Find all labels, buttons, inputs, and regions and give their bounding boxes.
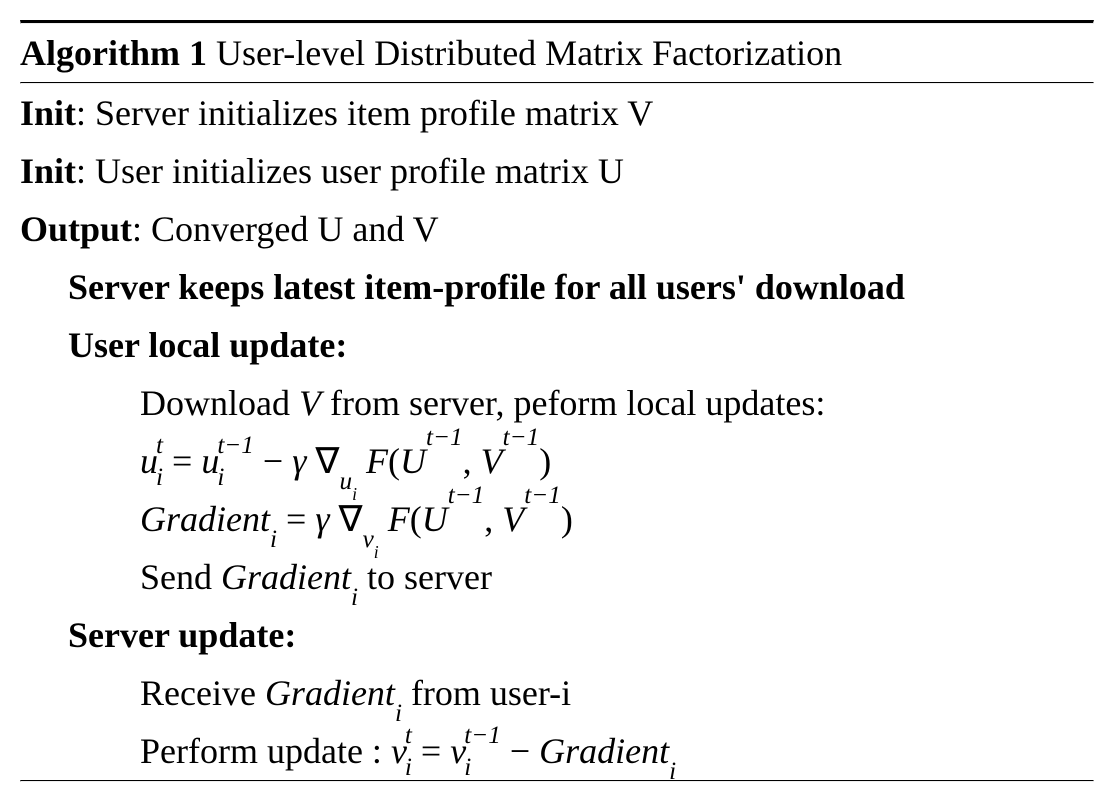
sup-t-v: t bbox=[405, 725, 412, 748]
receive-line: Receive Gradienti from user-i bbox=[20, 664, 1094, 722]
send-suffix: to server bbox=[358, 557, 492, 597]
nabla2: ∇ bbox=[339, 499, 363, 539]
sup-V-tm1-b: t−1 bbox=[524, 482, 561, 509]
nabla-sub-v: v bbox=[363, 526, 374, 553]
download-line: Download V from server, peform local upd… bbox=[20, 374, 1094, 432]
bottom-rule bbox=[20, 780, 1094, 782]
var-V: V bbox=[481, 441, 503, 481]
algorithm-block: Algorithm 1 User-level Distributed Matri… bbox=[20, 20, 1094, 782]
output-label: Output bbox=[20, 209, 132, 249]
sup-tm1-v: t−1 bbox=[464, 725, 501, 748]
gamma2: γ bbox=[315, 499, 329, 539]
minus-sign: − bbox=[254, 441, 292, 481]
download-suffix: from server, peform local updates: bbox=[321, 383, 825, 423]
gamma: γ bbox=[292, 441, 306, 481]
eq-sign2: = bbox=[277, 499, 315, 539]
sub-i-v2: i bbox=[464, 757, 501, 780]
receive-var: Gradient bbox=[265, 673, 395, 713]
sub-i-v: i bbox=[405, 757, 412, 780]
sup-V-tm1: t−1 bbox=[503, 424, 540, 451]
var-U: U bbox=[400, 441, 426, 481]
output-text: : Converged U and V bbox=[132, 209, 439, 249]
init-line-1: Init: Server initializes item profile ma… bbox=[20, 84, 1094, 142]
nabla-sub-ui: i bbox=[352, 484, 357, 504]
algorithm-number: Algorithm 1 bbox=[20, 33, 207, 73]
func-F: F bbox=[366, 441, 388, 481]
send-line: Send Gradienti to server bbox=[20, 548, 1094, 606]
init1-text: : Server initializes item profile matrix… bbox=[76, 93, 653, 133]
sup-U-tm1: t−1 bbox=[426, 424, 463, 451]
nabla1: ∇ bbox=[315, 441, 339, 481]
perform-update-line: Perform update : vti = vt−1i − Gradienti bbox=[20, 722, 1094, 780]
gradient-word2: Gradient bbox=[539, 731, 669, 771]
send-var: Gradient bbox=[221, 557, 351, 597]
user-local-update-line: User local update: bbox=[20, 316, 1094, 374]
lparen2: ( bbox=[410, 499, 422, 539]
nabla-sub-u: u bbox=[340, 468, 353, 495]
func-F2: F bbox=[388, 499, 410, 539]
server-update-line: Server update: bbox=[20, 606, 1094, 664]
send-sub: i bbox=[351, 584, 358, 611]
algorithm-header: Algorithm 1 User-level Distributed Matri… bbox=[20, 24, 1094, 82]
download-var: V bbox=[299, 383, 321, 423]
sub-i2: i bbox=[217, 467, 254, 490]
init2-text: : User initializes user profile matrix U bbox=[76, 151, 624, 191]
gradient-sub-i2: i bbox=[669, 758, 676, 785]
receive-prefix: Receive bbox=[140, 673, 265, 713]
lparen1: ( bbox=[388, 441, 400, 481]
init1-label: Init bbox=[20, 93, 76, 133]
send-prefix: Send bbox=[140, 557, 221, 597]
comma1: , bbox=[463, 441, 481, 481]
equation-gradient: Gradienti = γ ∇vi F(Ut−1, Vt−1) bbox=[20, 490, 1094, 548]
sup-t: t bbox=[156, 435, 163, 458]
init2-label: Init bbox=[20, 151, 76, 191]
sup-tm1: t−1 bbox=[217, 435, 254, 458]
gradient-sub-i: i bbox=[270, 526, 277, 553]
server-keeps-line: Server keeps latest item-profile for all… bbox=[20, 258, 1094, 316]
perform-prefix: Perform update : bbox=[140, 731, 391, 771]
eq-sign: = bbox=[163, 441, 201, 481]
var-U2: U bbox=[422, 499, 448, 539]
eq-sign3: = bbox=[412, 731, 450, 771]
nabla-sub-vi: i bbox=[374, 542, 379, 562]
receive-sub: i bbox=[395, 700, 402, 727]
sup-U-tm1-b: t−1 bbox=[448, 482, 485, 509]
rparen2: ) bbox=[561, 499, 573, 539]
var-V2: V bbox=[502, 499, 524, 539]
sub-i: i bbox=[156, 467, 163, 490]
receive-suffix: from user-i bbox=[402, 673, 571, 713]
download-prefix: Download bbox=[140, 383, 299, 423]
output-line: Output: Converged U and V bbox=[20, 200, 1094, 258]
init-line-2: Init: User initializes user profile matr… bbox=[20, 142, 1094, 200]
gradient-word: Gradient bbox=[140, 499, 270, 539]
rparen1: ) bbox=[539, 441, 551, 481]
comma2: , bbox=[484, 499, 502, 539]
algorithm-title: User-level Distributed Matrix Factorizat… bbox=[207, 33, 842, 73]
minus-sign2: − bbox=[501, 731, 539, 771]
